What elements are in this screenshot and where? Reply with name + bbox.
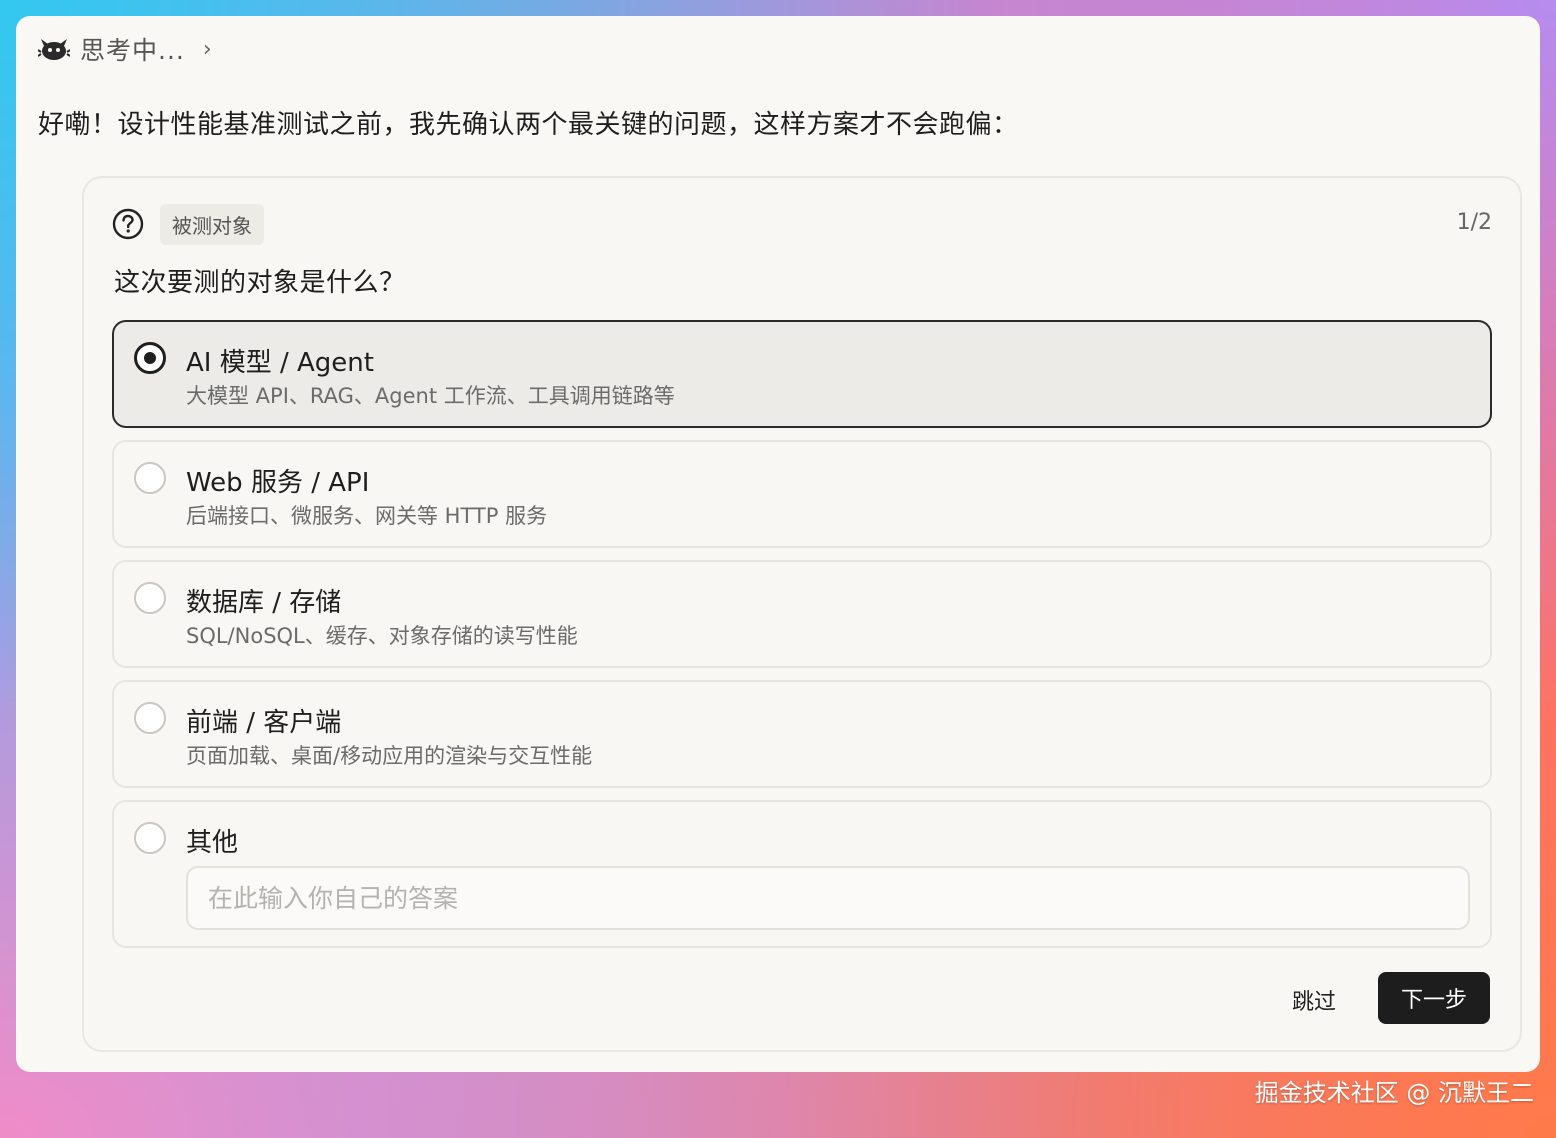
next-button[interactable]: 下一步: [1378, 972, 1490, 1024]
option-title: Web 服务 / API: [186, 468, 370, 498]
card-header: 被测对象: [112, 203, 264, 245]
intro-message: 好嘞！设计性能基准测试之前，我先确认两个最关键的问题，这样方案才不会跑偏：: [38, 110, 1019, 140]
radio-button[interactable]: [134, 462, 166, 494]
option-ai-agent[interactable]: AI 模型 / Agent 大模型 API、RAG、Agent 工作流、工具调用…: [112, 320, 1492, 428]
option-description: 大模型 API、RAG、Agent 工作流、工具调用链路等: [186, 384, 675, 408]
radio-button[interactable]: [134, 822, 166, 854]
option-title: 数据库 / 存储: [186, 588, 342, 618]
chat-window: 思考中... › 好嘞！设计性能基准测试之前，我先确认两个最关键的问题，这样方案…: [16, 16, 1540, 1072]
radio-button[interactable]: [134, 582, 166, 614]
radio-button[interactable]: [134, 342, 166, 374]
bot-icon: [38, 39, 70, 60]
option-title: 其他: [186, 828, 239, 858]
option-title: 前端 / 客户端: [186, 708, 342, 738]
question-circle-icon: [112, 208, 144, 240]
option-title: AI 模型 / Agent: [186, 348, 374, 378]
option-other[interactable]: 其他: [112, 800, 1492, 948]
option-web-api[interactable]: Web 服务 / API 后端接口、微服务、网关等 HTTP 服务: [112, 440, 1492, 548]
skip-button[interactable]: 跳过: [1274, 974, 1354, 1026]
question-title: 这次要测的对象是什么？: [114, 268, 406, 298]
thinking-label: 思考中...: [80, 36, 185, 65]
other-answer-input[interactable]: [186, 866, 1470, 930]
category-tag: 被测对象: [160, 203, 264, 245]
option-database-storage[interactable]: 数据库 / 存储 SQL/NoSQL、缓存、对象存储的读写性能: [112, 560, 1492, 668]
step-counter: 1/2: [1456, 210, 1492, 235]
option-frontend-client[interactable]: 前端 / 客户端 页面加载、桌面/移动应用的渲染与交互性能: [112, 680, 1492, 788]
watermark-text: 掘金技术社区 @ 沉默王二: [1254, 1079, 1534, 1107]
thinking-toggle[interactable]: 思考中... ›: [38, 36, 212, 65]
option-description: SQL/NoSQL、缓存、对象存储的读写性能: [186, 624, 578, 648]
option-description: 后端接口、微服务、网关等 HTTP 服务: [186, 504, 548, 528]
question-card: 被测对象 1/2 这次要测的对象是什么？ AI 模型 / Agent 大模型 A…: [82, 176, 1522, 1052]
chevron-right-icon: ›: [202, 36, 212, 62]
radio-button[interactable]: [134, 702, 166, 734]
option-description: 页面加载、桌面/移动应用的渲染与交互性能: [186, 744, 593, 768]
